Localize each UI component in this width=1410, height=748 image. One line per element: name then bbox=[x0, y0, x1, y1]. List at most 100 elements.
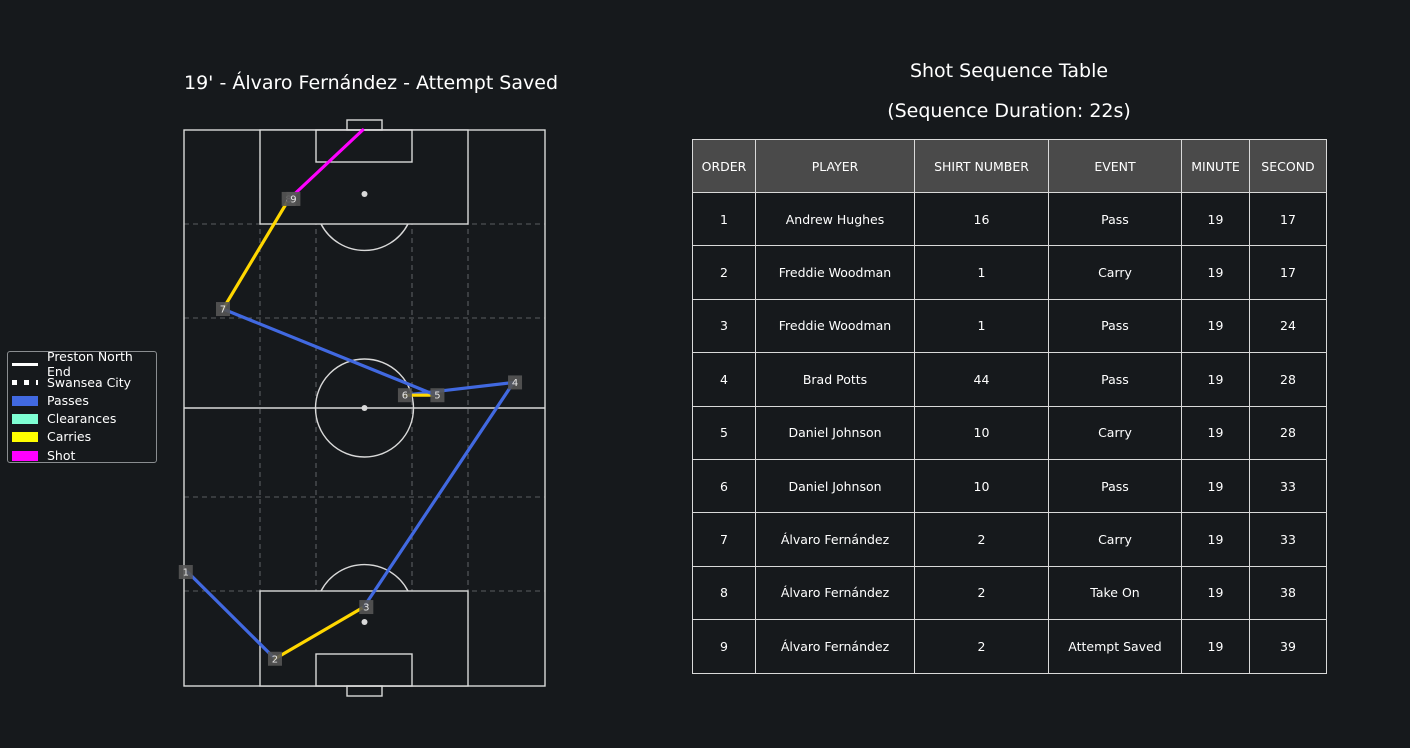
table-cell: 33 bbox=[1249, 458, 1327, 514]
table-row: 5 Daniel Johnson 10 Carry 19 28 bbox=[692, 405, 1327, 460]
table-cell: 1 bbox=[914, 298, 1049, 354]
table-cell: Attempt Saved bbox=[1048, 619, 1182, 674]
table-row: 3 Freddie Woodman 1 Pass 19 24 bbox=[692, 298, 1327, 354]
table-row: 7 Álvaro Fernández 2 Carry 19 33 bbox=[692, 512, 1327, 567]
table-cell: 1 bbox=[914, 245, 1049, 300]
legend-label: Clearances bbox=[47, 411, 117, 427]
table-cell: Pass bbox=[1048, 191, 1182, 247]
event-marker: 1 bbox=[178, 565, 193, 580]
table-cell: 4 bbox=[692, 352, 756, 407]
table-row: 1 Andrew Hughes 16 Pass 19 17 bbox=[692, 191, 1327, 247]
legend: Preston North End Swansea City Passes Clear… bbox=[7, 349, 157, 464]
table-cell: 19 bbox=[1181, 512, 1250, 567]
legend-swatch bbox=[12, 450, 38, 461]
table-cell: 16 bbox=[914, 191, 1049, 247]
event-marker-label: 6 bbox=[402, 391, 408, 402]
shot-sequence-table: ORDER PLAYER SHIRT NUMBER EVENT MINUTE SECOND… bbox=[692, 139, 1327, 674]
table-header-cell: PLAYER bbox=[755, 139, 915, 193]
table-cell: 19 bbox=[1181, 298, 1250, 354]
legend-item: Passes bbox=[12, 391, 156, 409]
event-marker: 9 bbox=[286, 191, 301, 206]
event-marker: 4 bbox=[508, 375, 523, 390]
table-cell: Álvaro Fernández bbox=[755, 565, 915, 621]
table-cell: Brad Potts bbox=[755, 352, 915, 407]
table-cell: 19 bbox=[1181, 245, 1250, 300]
event-marker: 2 bbox=[267, 651, 282, 666]
table-row: 6 Daniel Johnson 10 Pass 19 33 bbox=[692, 458, 1327, 514]
top-penalty-arc bbox=[320, 223, 409, 252]
table-cell: Álvaro Fernández bbox=[755, 512, 915, 567]
legend-label: Shot bbox=[47, 447, 76, 463]
table-cell: 19 bbox=[1181, 352, 1250, 407]
table-cell: 2 bbox=[914, 512, 1049, 567]
legend-swatch bbox=[12, 377, 38, 388]
table-cell: 38 bbox=[1249, 565, 1327, 621]
event-marker: 6 bbox=[397, 388, 412, 403]
event-marker-label: 7 bbox=[220, 305, 226, 316]
event-marker: 5 bbox=[430, 388, 445, 403]
legend-label: Swansea City bbox=[47, 374, 132, 390]
table-cell: 17 bbox=[1249, 245, 1327, 300]
bottom-penalty-arc bbox=[320, 563, 409, 592]
pass-line bbox=[221, 307, 438, 397]
table-header-cell: SHIRT NUMBER bbox=[914, 139, 1049, 193]
table-row: 4 Brad Potts 44 Pass 19 28 bbox=[692, 352, 1327, 407]
pitch-spots bbox=[361, 191, 368, 625]
pass-line bbox=[362, 380, 516, 609]
table-cell: Pass bbox=[1048, 352, 1182, 407]
legend-swatch bbox=[12, 413, 38, 425]
table-cell: Daniel Johnson bbox=[755, 458, 915, 514]
table-cell: Álvaro Fernández bbox=[755, 619, 915, 674]
event-marker-label: 1 bbox=[183, 568, 189, 579]
table-cell: 8 bbox=[692, 565, 756, 621]
top-goal bbox=[346, 119, 383, 131]
legend-item: Clearances bbox=[12, 410, 156, 428]
table-title: Shot Sequence Table bbox=[909, 60, 1109, 82]
table-cell: 2 bbox=[692, 245, 756, 300]
table-cell: 9 bbox=[692, 619, 756, 674]
table-cell: 3 bbox=[692, 298, 756, 354]
table-cell: Daniel Johnson bbox=[755, 405, 915, 460]
table-cell: Carry bbox=[1048, 245, 1182, 300]
table-row: 9 Álvaro Fernández 2 Attempt Saved 19 39 bbox=[692, 619, 1327, 674]
table-header-row: ORDER PLAYER SHIRT NUMBER EVENT MINUTE SECOND bbox=[692, 139, 1327, 193]
event-marker-label: 3 bbox=[363, 603, 369, 614]
table-cell: Freddie Woodman bbox=[755, 298, 915, 354]
bottom-goal bbox=[346, 685, 383, 697]
table-cell: 28 bbox=[1249, 405, 1327, 460]
table-cell: 19 bbox=[1181, 191, 1250, 247]
event-marker: 7 bbox=[215, 302, 230, 317]
table-row: 2 Freddie Woodman 1 Carry 19 17 bbox=[692, 245, 1327, 300]
bottom-penalty-spot bbox=[361, 619, 368, 625]
event-marker-label: 9 bbox=[290, 194, 296, 205]
table-cell: 6 bbox=[692, 458, 756, 514]
legend-swatch bbox=[12, 431, 38, 443]
table-cell: 19 bbox=[1181, 458, 1250, 514]
table-cell: 2 bbox=[914, 619, 1049, 674]
top-penalty-spot bbox=[361, 191, 368, 197]
table-cell: Take On bbox=[1048, 565, 1182, 621]
event-marker-label: 5 bbox=[434, 391, 440, 402]
top-penalty-box bbox=[259, 129, 469, 225]
table-cell: Pass bbox=[1048, 458, 1182, 514]
table-header-cell: SECOND bbox=[1249, 139, 1327, 193]
table-header-cell: MINUTE bbox=[1181, 139, 1250, 193]
table-cell: 17 bbox=[1249, 191, 1327, 247]
table-cell: Carry bbox=[1048, 405, 1182, 460]
table-cell: 7 bbox=[692, 512, 756, 567]
table-cell: 5 bbox=[692, 405, 756, 460]
table-cell: 44 bbox=[914, 352, 1049, 407]
table-header-cell: ORDER bbox=[692, 139, 756, 193]
table-body: 1 Andrew Hughes 16 Pass 19 17 2 Freddie Woodman… bbox=[692, 191, 1327, 674]
legend-item: Shot bbox=[12, 446, 156, 464]
table-cell: 39 bbox=[1249, 619, 1327, 674]
legend-label: Carries bbox=[47, 429, 92, 445]
table-cell: Freddie Woodman bbox=[755, 245, 915, 300]
table-row: 8 Álvaro Fernández 2 Take On 19 38 bbox=[692, 565, 1327, 621]
table-cell: 28 bbox=[1249, 352, 1327, 407]
legend-label: Passes bbox=[47, 392, 89, 408]
table-cell: 33 bbox=[1249, 512, 1327, 567]
table-cell: 1 bbox=[692, 191, 756, 247]
table-cell: Andrew Hughes bbox=[755, 191, 915, 247]
legend-item: Carries bbox=[12, 428, 156, 446]
